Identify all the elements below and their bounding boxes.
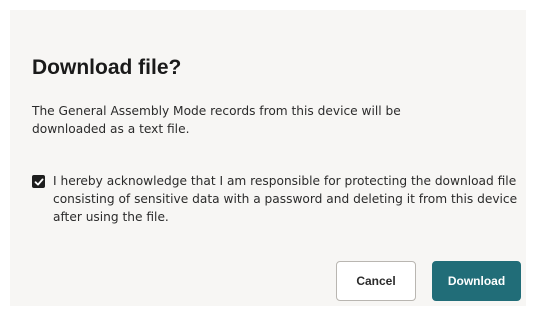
acknowledgement-row: I hereby acknowledge that I am responsib… [32, 172, 522, 226]
checkmark-icon [34, 178, 43, 185]
dialog-message: The General Assembly Mode records from t… [32, 104, 401, 136]
download-file-dialog: Download file? The General Assembly Mode… [10, 10, 526, 306]
download-button[interactable]: Download [432, 261, 521, 301]
acknowledgement-label: I hereby acknowledge that I am responsib… [53, 174, 518, 224]
cancel-button[interactable]: Cancel [336, 261, 416, 301]
dialog-title: Download file? [32, 56, 182, 79]
acknowledgement-checkbox[interactable] [32, 175, 45, 188]
